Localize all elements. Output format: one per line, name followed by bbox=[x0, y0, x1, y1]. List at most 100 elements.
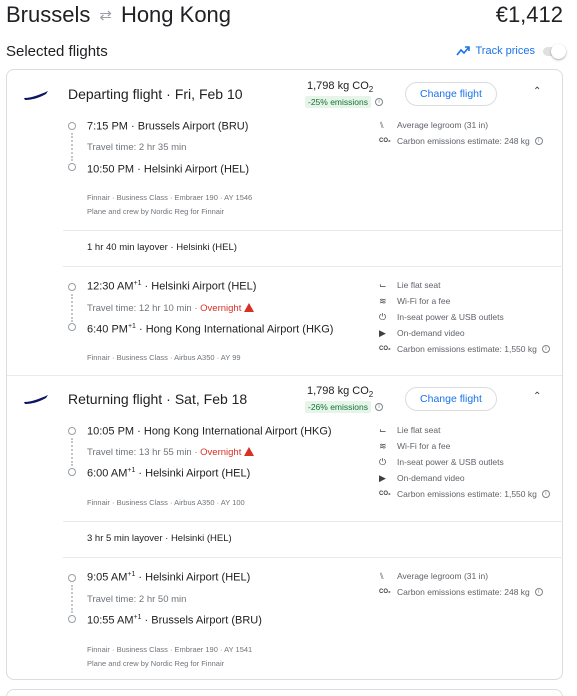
timeline-dots bbox=[71, 133, 73, 161]
timeline-dots bbox=[71, 438, 73, 466]
amenity-co2: CO₂ Carbon emissions estimate: 248 kg i bbox=[379, 133, 543, 149]
amenity-wifi: ≋ Wi-Fi for a fee bbox=[379, 295, 451, 307]
info-icon[interactable]: i bbox=[534, 137, 543, 145]
video-icon: ▶ bbox=[379, 327, 386, 338]
segment-departure: 7:15 PM · Brussels Airport (BRU) bbox=[87, 120, 249, 133]
amenity-seat: ⌙ Lie flat seat bbox=[379, 424, 441, 436]
returning-emissions: -26% emissions i bbox=[305, 401, 383, 413]
info-icon[interactable]: i bbox=[375, 403, 383, 411]
departing-title: Departing flight bbox=[68, 86, 163, 102]
finnair-logo-icon bbox=[24, 91, 48, 100]
arrival-dot bbox=[68, 468, 76, 476]
trending-icon bbox=[455, 46, 470, 56]
travel-time: Travel time: 2 hr 35 min bbox=[87, 142, 187, 153]
amenity-video: ▶ On-demand video bbox=[379, 472, 465, 484]
info-icon[interactable]: i bbox=[375, 98, 383, 106]
flight-details: Finnair · Business Class · Embraer 190 ·… bbox=[87, 193, 253, 202]
amenity-co2: CO₂ Carbon emissions estimate: 1,550 kg i bbox=[379, 486, 550, 502]
info-icon[interactable]: i bbox=[541, 490, 550, 498]
co2-icon: CO₂ bbox=[379, 589, 391, 595]
power-plug-icon: ⏻ bbox=[379, 311, 387, 322]
route-title: Brussels ⇄ Hong Kong bbox=[6, 2, 231, 28]
segment-arrival: 10:50 PM · Helsinki Airport (HEL) bbox=[87, 163, 250, 176]
co2-icon: CO₂ bbox=[379, 346, 391, 352]
departing-date: Fri, Feb 10 bbox=[174, 86, 243, 102]
lie-flat-seat-icon: ⌙ bbox=[379, 424, 387, 435]
legroom-icon: ⑊ bbox=[379, 571, 385, 581]
warning-icon bbox=[244, 447, 255, 456]
flight-details: Finnair · Business Class · Airbus A350 ·… bbox=[87, 353, 241, 362]
operated-by: Plane and crew by Nordic Reg for Finnair bbox=[87, 207, 225, 216]
toggle-knob bbox=[551, 44, 566, 59]
co2-icon: CO₂ bbox=[379, 138, 391, 144]
video-icon: ▶ bbox=[379, 472, 386, 483]
segment-departure: 10:05 PM · Hong Kong International Airpo… bbox=[87, 425, 332, 438]
change-departing-button[interactable]: Change flight bbox=[405, 82, 497, 106]
returning-co2: 1,798 kg CO2 bbox=[307, 385, 374, 400]
co2-icon: CO₂ bbox=[379, 491, 391, 497]
total-price: €1,412 bbox=[495, 2, 563, 27]
info-icon[interactable]: i bbox=[534, 588, 543, 596]
divider bbox=[63, 230, 563, 231]
amenities-list: ⌙ Lie flat seat ≋ Wi-Fi for a fee ⏻ In-seat… bbox=[379, 422, 550, 502]
collapse-chevron-icon[interactable]: ⌃ bbox=[533, 86, 541, 97]
amenity-legroom: ⑊ Average legroom (31 in) bbox=[379, 571, 489, 581]
departure-dot bbox=[68, 574, 76, 582]
segment-departure: 9:05 AM+1 · Helsinki Airport (HEL) bbox=[87, 571, 251, 584]
amenity-power: ⏻ In-seat power & USB outlets bbox=[379, 311, 504, 323]
wifi-icon: ≋ bbox=[379, 295, 387, 306]
amenities-list: ⑊ Average legroom (31 in) CO₂ Carbon emiss… bbox=[379, 568, 543, 600]
section-divider bbox=[7, 375, 562, 376]
segment-arrival: 6:40 PM+1 · Hong Kong International Airp… bbox=[87, 323, 334, 336]
timeline-dots bbox=[71, 294, 73, 322]
track-prices-label: Track prices bbox=[475, 45, 536, 57]
divider bbox=[63, 557, 563, 558]
arrival-dot bbox=[68, 615, 76, 623]
origin-city: Brussels bbox=[6, 2, 91, 27]
travel-time: Travel time: 12 hr 10 min · Overnight bbox=[87, 303, 255, 314]
layover-info: 1 hr 40 min layover · Helsinki (HEL) bbox=[87, 242, 237, 253]
travel-time: Travel time: 2 hr 50 min bbox=[87, 594, 187, 605]
travel-time: Travel time: 13 hr 55 min · Overnight bbox=[87, 447, 255, 458]
arrival-dot bbox=[68, 163, 76, 171]
overnight-warning: Overnight bbox=[200, 303, 242, 314]
warning-icon bbox=[244, 303, 255, 312]
wifi-icon: ≋ bbox=[379, 440, 387, 451]
track-prices-button[interactable]: Track prices bbox=[455, 45, 536, 57]
emissions-badge: -26% emissions bbox=[305, 401, 371, 413]
legroom-icon: ⑊ bbox=[379, 120, 385, 130]
power-plug-icon: ⏻ bbox=[379, 456, 387, 467]
collapse-chevron-icon[interactable]: ⌃ bbox=[533, 391, 541, 402]
info-icon[interactable]: i bbox=[541, 345, 550, 353]
amenity-power: ⏻ In-seat power & USB outlets bbox=[379, 456, 504, 468]
selected-flights-card: Departing flight · Fri, Feb 10 1,798 kg CO… bbox=[6, 69, 563, 680]
departing-section-title: Departing flight · Fri, Feb 10 bbox=[68, 86, 243, 102]
selected-flights-title: Selected flights bbox=[6, 43, 108, 60]
overnight-warning: Overnight bbox=[200, 447, 242, 458]
departure-dot bbox=[68, 427, 76, 435]
flight-details: Finnair · Business Class · Airbus A350 ·… bbox=[87, 498, 245, 507]
track-prices-toggle[interactable] bbox=[541, 44, 567, 59]
segment-departure: 12:30 AM+1 · Helsinki Airport (HEL) bbox=[87, 280, 257, 293]
amenity-seat: ⌙ Lie flat seat bbox=[379, 279, 441, 291]
amenities-list: ⑊ Average legroom (31 in) CO₂ Carbon emiss… bbox=[379, 117, 543, 149]
departure-dot bbox=[68, 283, 76, 291]
returning-title: Returning flight bbox=[68, 391, 163, 407]
layover-info: 3 hr 5 min layover · Helsinki (HEL) bbox=[87, 533, 232, 544]
divider bbox=[63, 266, 563, 267]
lie-flat-seat-icon: ⌙ bbox=[379, 279, 387, 290]
flight-details: Finnair · Business Class · Embraer 190 ·… bbox=[87, 645, 253, 654]
change-returning-button[interactable]: Change flight bbox=[405, 387, 497, 411]
timeline-dots bbox=[71, 585, 73, 613]
amenity-co2: CO₂ Carbon emissions estimate: 1,550 kg i bbox=[379, 341, 550, 357]
amenity-wifi: ≋ Wi-Fi for a fee bbox=[379, 440, 451, 452]
amenity-legroom: ⑊ Average legroom (31 in) bbox=[379, 120, 489, 130]
returning-date: Sat, Feb 18 bbox=[174, 391, 248, 407]
returning-section-title: Returning flight · Sat, Feb 18 bbox=[68, 391, 248, 407]
finnair-logo-icon bbox=[24, 395, 48, 404]
segment-arrival: 6:00 AM+1 · Helsinki Airport (HEL) bbox=[87, 467, 251, 480]
destination-city: Hong Kong bbox=[120, 2, 232, 27]
amenities-list: ⌙ Lie flat seat ≋ Wi-Fi for a fee ⏻ In-seat… bbox=[379, 277, 550, 357]
arrival-dot bbox=[68, 323, 76, 331]
amenity-co2: CO₂ Carbon emissions estimate: 248 kg i bbox=[379, 584, 543, 600]
